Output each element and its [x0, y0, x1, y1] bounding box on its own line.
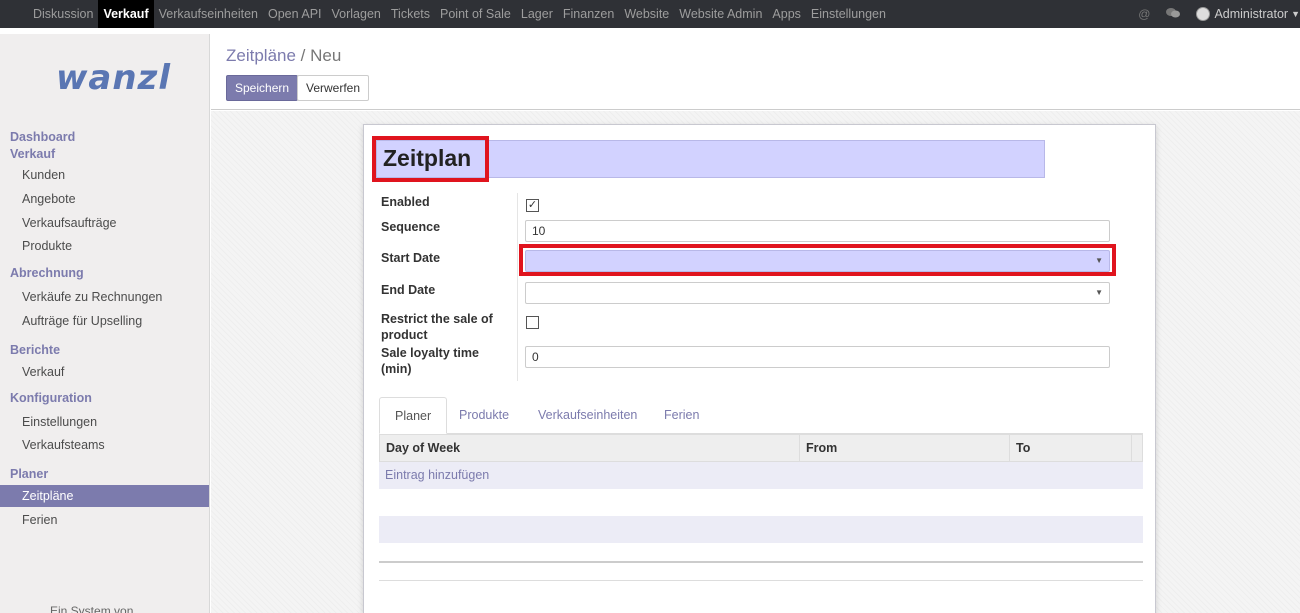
add-line-link[interactable]: Eintrag hinzufügen [379, 462, 1143, 489]
nav-item-website[interactable]: Website [619, 0, 674, 28]
tab-planer[interactable]: Planer [379, 397, 448, 434]
sidebar-section-abrechnung[interactable]: Abrechnung [10, 266, 84, 280]
table-header: Day of Week From To [379, 434, 1143, 462]
nav-item-verkaufseinheiten[interactable]: Verkaufseinheiten [154, 0, 263, 28]
nav-item-tickets[interactable]: Tickets [386, 0, 435, 28]
end-date-field[interactable]: ▼ [525, 282, 1110, 304]
nav-item-open-api[interactable]: Open API [263, 0, 327, 28]
nav-item-website-admin[interactable]: Website Admin [674, 0, 767, 28]
nav-item-einstellungen[interactable]: Einstellungen [806, 0, 891, 28]
table-row [379, 489, 1143, 516]
avatar [1196, 7, 1211, 21]
tab-ferien[interactable]: Ferien [649, 397, 714, 434]
nav-item-verkauf[interactable]: Verkauf [98, 0, 154, 28]
top-menu-bar: Diskussion Verkauf Verkaufseinheiten Ope… [0, 0, 1300, 28]
column-header-to[interactable]: To [1010, 435, 1132, 462]
sidebar-item-kunden[interactable]: Kunden [0, 164, 209, 186]
sidebar-footer: Ein System von [50, 604, 134, 613]
form-sheet: Zeitplan Enabled ✓ Sequence 10 Start Dat… [363, 124, 1156, 613]
caret-down-icon: ▼ [1291, 9, 1300, 19]
table-footer [379, 563, 1143, 581]
start-date-label: Start Date [381, 251, 441, 265]
schedule-lines-table: Day of Week From To Eintrag hinzufügen [379, 434, 1143, 581]
sidebar-item-verkaufsteams[interactable]: Verkaufsteams [0, 434, 209, 456]
column-header-day-of-week[interactable]: Day of Week [380, 435, 800, 462]
user-menu[interactable]: Administrator ▼ [1196, 7, 1300, 21]
nav-item-point-of-sale[interactable]: Point of Sale [435, 0, 516, 28]
start-date-highlight-box [519, 244, 1116, 276]
sidebar-section-konfiguration[interactable]: Konfiguration [10, 391, 92, 405]
restrict-sale-label: Restrict the sale of product [381, 312, 493, 342]
notebook-tabs: Planer Produkte Verkaufseinheiten Ferien [379, 397, 1143, 434]
sidebar-item-angebote[interactable]: Angebote [0, 188, 209, 210]
sidebar-item-verkauf-bericht[interactable]: Verkauf [0, 361, 209, 383]
save-button[interactable]: Speichern [226, 75, 299, 101]
discard-button[interactable]: Verwerfen [297, 75, 370, 101]
sidebar-item-zeitplaene[interactable]: Zeitpläne [0, 485, 209, 507]
breadcrumb-parent[interactable]: Zeitpläne [226, 46, 296, 65]
nav-item-lager[interactable]: Lager [516, 0, 558, 28]
check-icon: ✓ [527, 199, 538, 211]
breadcrumb: Zeitpläne / Neu [226, 46, 341, 66]
sidebar-item-ferien[interactable]: Ferien [0, 509, 209, 531]
sidebar-item-verkaeufe-zu-rechnungen[interactable]: Verkäufe zu Rechnungen [0, 286, 209, 308]
table-row [379, 543, 1143, 563]
sidebar-item-auftraege-fuer-upselling[interactable]: Aufträge für Upselling [0, 310, 209, 332]
sidebar-item-produkte[interactable]: Produkte [0, 235, 209, 257]
breadcrumb-separator: / [300, 46, 306, 65]
top-right-area: @ Administrator ▼ [1138, 0, 1300, 28]
breadcrumb-current: Neu [310, 46, 342, 65]
chat-icon[interactable] [1166, 7, 1181, 22]
loyalty-time-label: Sale loyalty time (min) [381, 346, 479, 376]
sequence-label: Sequence [381, 220, 441, 234]
sequence-field[interactable]: 10 [525, 220, 1110, 242]
dropdown-arrow-icon: ▼ [1095, 288, 1103, 297]
sidebar-section-verkauf[interactable]: Verkauf [10, 147, 55, 161]
form-view: Zeitplan Enabled ✓ Sequence 10 Start Dat… [211, 111, 1300, 613]
top-bar: Diskussion Verkauf Verkaufseinheiten Ope… [0, 0, 1300, 34]
loyalty-time-field[interactable]: 0 [525, 346, 1110, 368]
form-label-divider [517, 193, 518, 381]
nav-item-vorlagen[interactable]: Vorlagen [327, 0, 386, 28]
nav-item-finanzen[interactable]: Finanzen [558, 0, 619, 28]
sidebar: wanzl Dashboard Verkauf Kunden Angebote … [0, 34, 210, 613]
title-highlight-box [372, 136, 489, 182]
sidebar-item-einstellungen[interactable]: Einstellungen [0, 411, 209, 433]
sidebar-section-planer[interactable]: Planer [10, 467, 48, 481]
nav-item-apps[interactable]: Apps [767, 0, 806, 28]
control-panel: Zeitpläne / Neu Speichern Verwerfen [211, 34, 1300, 110]
table-row [379, 516, 1143, 543]
end-date-label: End Date [381, 283, 436, 297]
at-icon[interactable]: @ [1138, 7, 1150, 21]
user-name: Administrator [1214, 7, 1289, 21]
top-nav: Diskussion Verkauf Verkaufseinheiten Ope… [0, 0, 891, 28]
company-logo[interactable]: wanzl [56, 58, 171, 98]
enabled-label: Enabled [381, 195, 430, 209]
sidebar-section-berichte[interactable]: Berichte [10, 343, 60, 357]
enabled-checkbox[interactable]: ✓ [526, 199, 539, 212]
tab-verkaufseinheiten[interactable]: Verkaufseinheiten [523, 397, 652, 434]
chat-bubbles-icon [1166, 7, 1181, 17]
sidebar-section-dashboard[interactable]: Dashboard [10, 130, 75, 144]
column-header-from[interactable]: From [800, 435, 1010, 462]
restrict-sale-checkbox[interactable] [526, 316, 539, 329]
sidebar-item-verkaufsauftraege[interactable]: Verkaufsaufträge [0, 212, 209, 234]
nav-item-diskussion[interactable]: Diskussion [28, 0, 98, 28]
tab-produkte[interactable]: Produkte [444, 397, 524, 434]
